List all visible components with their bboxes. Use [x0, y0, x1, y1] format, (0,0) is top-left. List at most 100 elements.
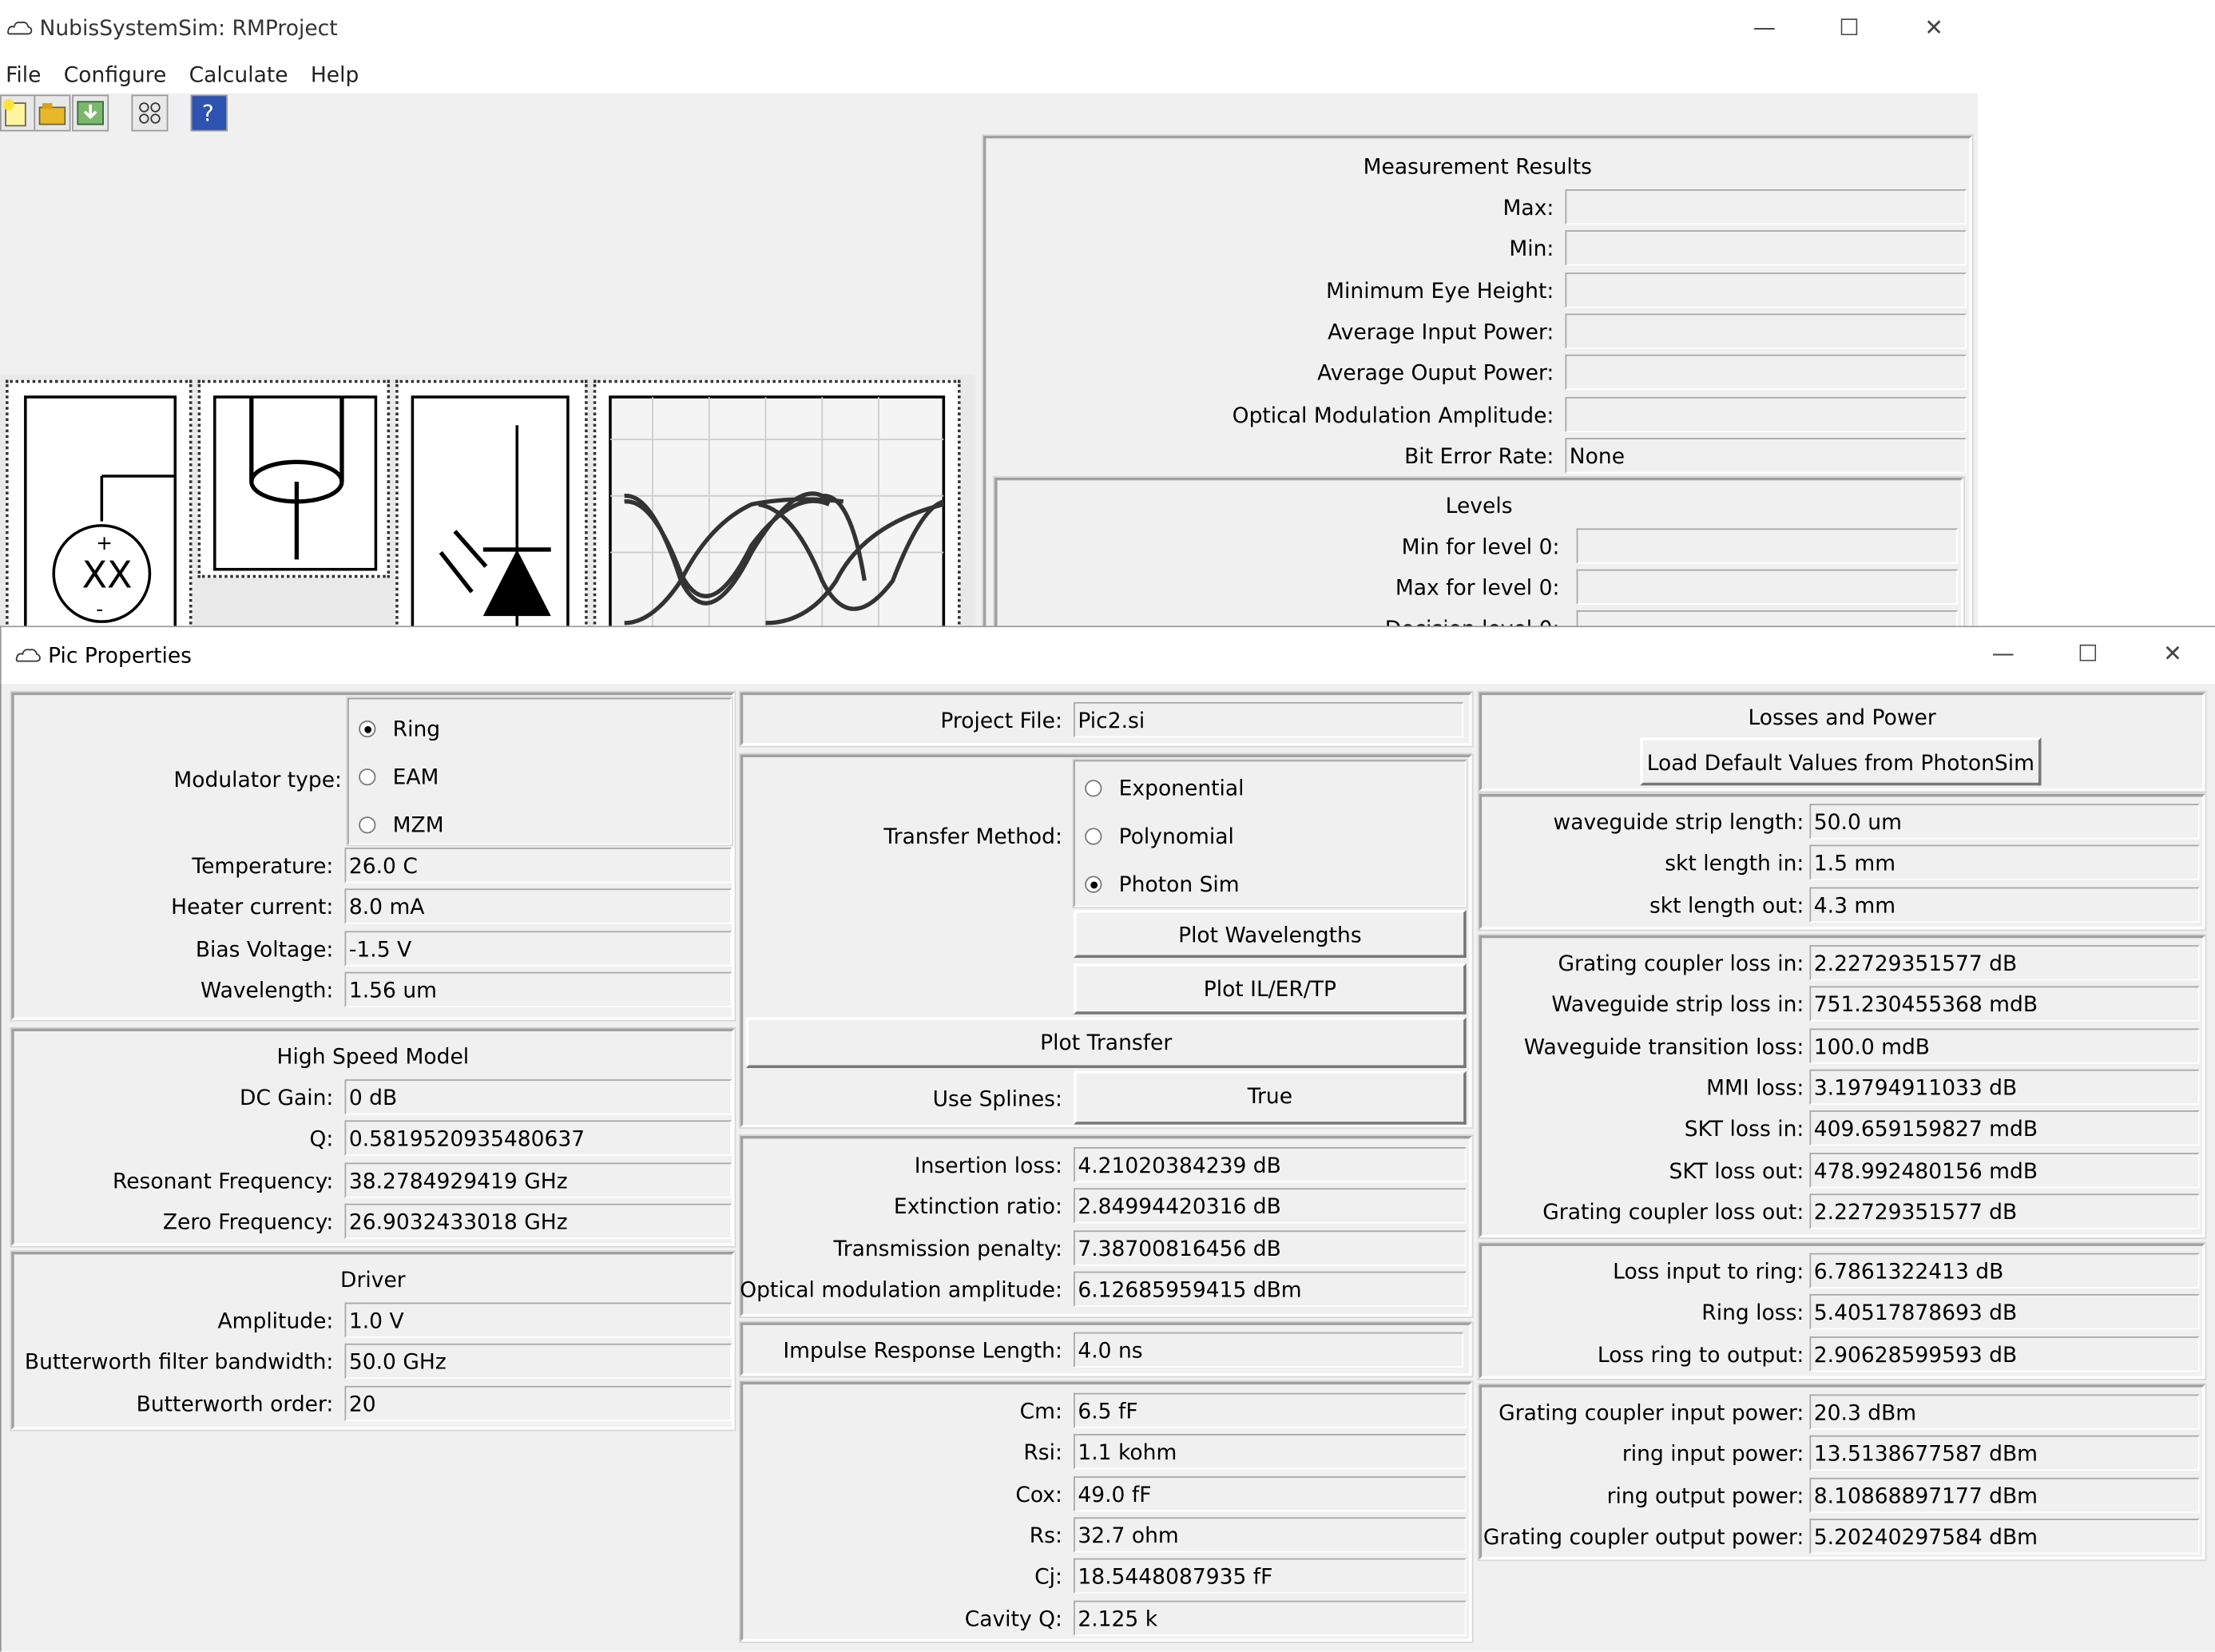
- photodiode-block[interactable]: [395, 379, 588, 653]
- svg-text:XX: XX: [82, 554, 133, 597]
- minimum-eye-height-field[interactable]: [1565, 272, 1967, 308]
- use-splines-button[interactable]: True: [1074, 1070, 1467, 1125]
- pic-maximize-button[interactable]: ☐: [2047, 627, 2130, 681]
- radio-mzm-indicator[interactable]: [359, 816, 376, 834]
- skt-loss-out-field[interactable]: 478.992480156 mdB: [1809, 1152, 2200, 1188]
- loss-ring-to-output-label: Loss ring to output:: [1597, 1341, 1804, 1368]
- extinction-ratio-field[interactable]: 2.84994420316 dB: [1074, 1188, 1467, 1225]
- radio-exponential-indicator[interactable]: [1085, 780, 1102, 797]
- insertion-loss-field[interactable]: 4.21020384239 dB: [1074, 1147, 1467, 1183]
- average-input-power-field[interactable]: [1565, 313, 1967, 349]
- maximize-button[interactable]: ☐: [1808, 0, 1891, 57]
- main-titlebar: NubisSystemSim: RMProject — ☐ ✕: [0, 0, 1978, 57]
- close-button[interactable]: ✕: [1893, 0, 1975, 57]
- circuit-params-panel: Cm: 6.5 fF Rsi: 1.1 kohm Cox: 49.0 fF Rs: 32.7 …: [738, 1380, 1474, 1643]
- amplitude-field[interactable]: 1.0 V: [344, 1302, 732, 1338]
- project-file-field[interactable]: Pic2.si: [1074, 701, 1464, 738]
- settings-network-icon[interactable]: [131, 94, 169, 132]
- ring-loss-panel: Loss input to ring: 6.7861322413 dB Ring l…: [1477, 1241, 2207, 1380]
- max-field[interactable]: [1565, 189, 1967, 225]
- waveguide-transition-loss-field[interactable]: 100.0 mdB: [1809, 1027, 2200, 1063]
- impulse-field[interactable]: 4.0 ns: [1074, 1332, 1464, 1368]
- cm-field[interactable]: 6.5 fF: [1074, 1392, 1467, 1428]
- radio-ring-indicator[interactable]: [359, 720, 376, 738]
- radio-photon-sim[interactable]: Photon Sim: [1085, 868, 1240, 901]
- waveguide-strip-loss-in-field[interactable]: 751.230455368 mdB: [1809, 986, 2200, 1023]
- skt-loss-in-field[interactable]: 409.659159827 mdB: [1809, 1110, 2200, 1146]
- photodiode-icon: [411, 395, 570, 653]
- grating-coupler-output-power-field[interactable]: 5.20240297584 dBm: [1809, 1518, 2200, 1555]
- menu-help[interactable]: Help: [311, 62, 359, 88]
- radio-ring[interactable]: Ring: [359, 712, 440, 745]
- ring-loss-field[interactable]: 5.40517878693 dB: [1809, 1294, 2200, 1330]
- plot-il-er-tp-button[interactable]: Plot IL/ER/TP: [1074, 963, 1467, 1015]
- optical-modulation-amplitude-field[interactable]: [1565, 396, 1967, 432]
- cox-field[interactable]: 49.0 fF: [1074, 1475, 1467, 1511]
- zero-frequency-field[interactable]: 26.9032433018 GHz: [344, 1203, 732, 1239]
- average-ouput-power-field[interactable]: [1565, 355, 1967, 391]
- bias-voltage-field[interactable]: -1.5 V: [344, 930, 732, 966]
- butterworth-filter-bandwidth-field[interactable]: 50.0 GHz: [344, 1344, 732, 1380]
- radio-mzm-label: MZM: [392, 812, 444, 838]
- new-file-icon[interactable]: [0, 94, 37, 132]
- radio-ring-label: Ring: [392, 716, 441, 742]
- radio-exponential[interactable]: Exponential: [1085, 772, 1244, 805]
- heater-current-field[interactable]: 8.0 mA: [344, 888, 732, 925]
- ring-output-power-field[interactable]: 8.10868897177 dBm: [1809, 1477, 2200, 1513]
- transmission-penalty-field[interactable]: 7.38700816456 dB: [1074, 1229, 1467, 1265]
- pic-close-button[interactable]: ✕: [2132, 627, 2214, 681]
- grating-coupler-loss-in-field[interactable]: 2.22729351577 dB: [1809, 945, 2200, 981]
- open-folder-icon[interactable]: [34, 94, 71, 132]
- ring-input-power-field[interactable]: 13.5138677587 dBm: [1809, 1436, 2200, 1471]
- skt-length-out-field[interactable]: 4.3 mm: [1809, 886, 2200, 923]
- radio-polynomial-indicator[interactable]: [1085, 828, 1102, 845]
- ring-modulator-block[interactable]: [197, 379, 391, 578]
- cj-field[interactable]: 18.5448087935 fF: [1074, 1558, 1467, 1594]
- max-for-level-0-field[interactable]: [1576, 569, 1959, 605]
- load-default-values-button[interactable]: Load Default Values from PhotonSim: [1640, 737, 2042, 786]
- plot-transfer-button[interactable]: Plot Transfer: [745, 1017, 1467, 1068]
- min-for-level-0-field[interactable]: [1576, 528, 1959, 564]
- q-field[interactable]: 0.5819520935480637: [344, 1120, 732, 1157]
- grating-coupler-input-power-field[interactable]: 20.3 dBm: [1809, 1394, 2200, 1430]
- minimize-button[interactable]: —: [1724, 0, 1806, 57]
- skt-length-in-field[interactable]: 1.5 mm: [1809, 845, 2200, 881]
- temperature-field[interactable]: 26.0 C: [344, 848, 732, 884]
- dc-gain-field[interactable]: 0 dB: [344, 1079, 732, 1115]
- resonant-frequency-field[interactable]: 38.2784929419 GHz: [344, 1162, 732, 1197]
- menu-configure[interactable]: Configure: [64, 62, 167, 88]
- butterworth-filter-bandwidth-label: Butterworth filter bandwidth:: [24, 1349, 334, 1376]
- help-icon[interactable]: ?: [190, 94, 228, 132]
- eye-diagram-block[interactable]: [593, 379, 961, 653]
- bias-voltage-label: Bias Voltage:: [195, 935, 334, 962]
- loss-input-to-ring-field[interactable]: 6.7861322413 dB: [1809, 1253, 2200, 1289]
- optical-modulation-amplitude-field[interactable]: 6.12685959415 dBm: [1074, 1271, 1467, 1307]
- radio-polynomial[interactable]: Polynomial: [1085, 820, 1234, 853]
- mmi-loss-field[interactable]: 3.19794911033 dB: [1809, 1069, 2200, 1105]
- cavity-q-field[interactable]: 2.125 k: [1074, 1599, 1467, 1636]
- loss-ring-to-output-field[interactable]: 2.90628599593 dB: [1809, 1336, 2200, 1372]
- driver-block[interactable]: XX + -: [6, 379, 193, 653]
- min-field[interactable]: [1565, 230, 1967, 267]
- extinction-ratio-label: Extinction ratio:: [893, 1193, 1062, 1220]
- bit-error-rate-label: Bit Error Rate:: [1404, 443, 1554, 469]
- rs-field[interactable]: 32.7 ohm: [1074, 1517, 1467, 1553]
- pic-minimize-button[interactable]: —: [1962, 627, 2044, 681]
- save-icon[interactable]: [72, 94, 109, 132]
- radio-eam-indicator[interactable]: [359, 768, 376, 786]
- transfer-panel: Transfer Method: Exponential Polynomial …: [738, 753, 1474, 1130]
- radio-eam[interactable]: EAM: [359, 760, 439, 793]
- rsi-field[interactable]: 1.1 kohm: [1074, 1434, 1467, 1470]
- grating-coupler-loss-out-field[interactable]: 2.22729351577 dB: [1809, 1193, 2200, 1229]
- modulator-diagram-block[interactable]: XX + -: [0, 374, 975, 653]
- radio-mzm[interactable]: MZM: [359, 808, 444, 842]
- butterworth-order-field[interactable]: 20: [344, 1385, 732, 1421]
- wavelength-field[interactable]: 1.56 um: [344, 971, 732, 1007]
- modulator-settings-panel: Modulator type: Ring EAM MZM Temperature…: [10, 690, 736, 1022]
- plot-wavelengths-button[interactable]: Plot Wavelengths: [1074, 909, 1467, 959]
- radio-photon-sim-indicator[interactable]: [1085, 876, 1102, 893]
- menu-calculate[interactable]: Calculate: [189, 62, 288, 88]
- waveguide-strip-length-field[interactable]: 50.0 um: [1809, 804, 2200, 840]
- menu-file[interactable]: File: [6, 62, 41, 88]
- bit-error-rate-field[interactable]: None: [1565, 437, 1967, 474]
